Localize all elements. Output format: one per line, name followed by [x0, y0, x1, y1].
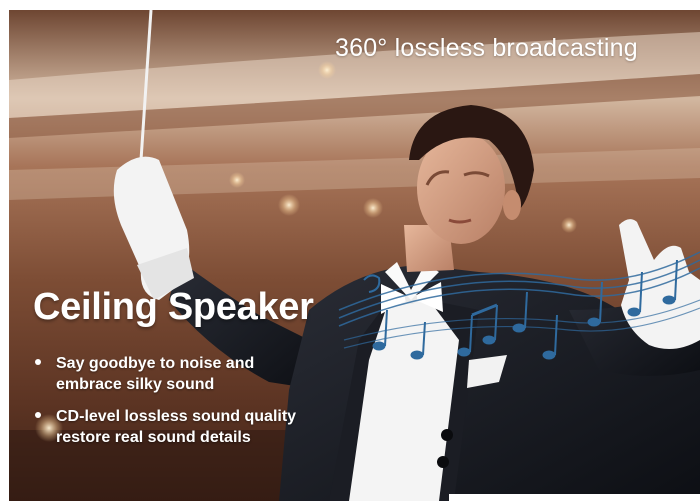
- tagline: 360° lossless broadcasting: [335, 34, 638, 62]
- feature-line: Say goodbye to noise and: [56, 355, 255, 372]
- bullet-icon: [35, 359, 41, 365]
- bottom-edge-bar: [449, 494, 700, 501]
- feature-line: CD-level lossless sound quality: [56, 408, 297, 425]
- product-title: Ceiling Speaker: [33, 286, 314, 328]
- bullet-icon: [35, 412, 41, 418]
- product-banner: 360° lossless broadcasting Ceiling Speak…: [0, 0, 700, 501]
- feature-item: Say goodbye to noise and embrace silky s…: [34, 353, 356, 395]
- feature-list: Say goodbye to noise and embrace silky s…: [34, 353, 356, 459]
- feature-line: embrace silky sound: [56, 376, 215, 393]
- feature-item: CD-level lossless sound quality restore …: [34, 406, 356, 448]
- feature-line: restore real sound details: [56, 429, 251, 446]
